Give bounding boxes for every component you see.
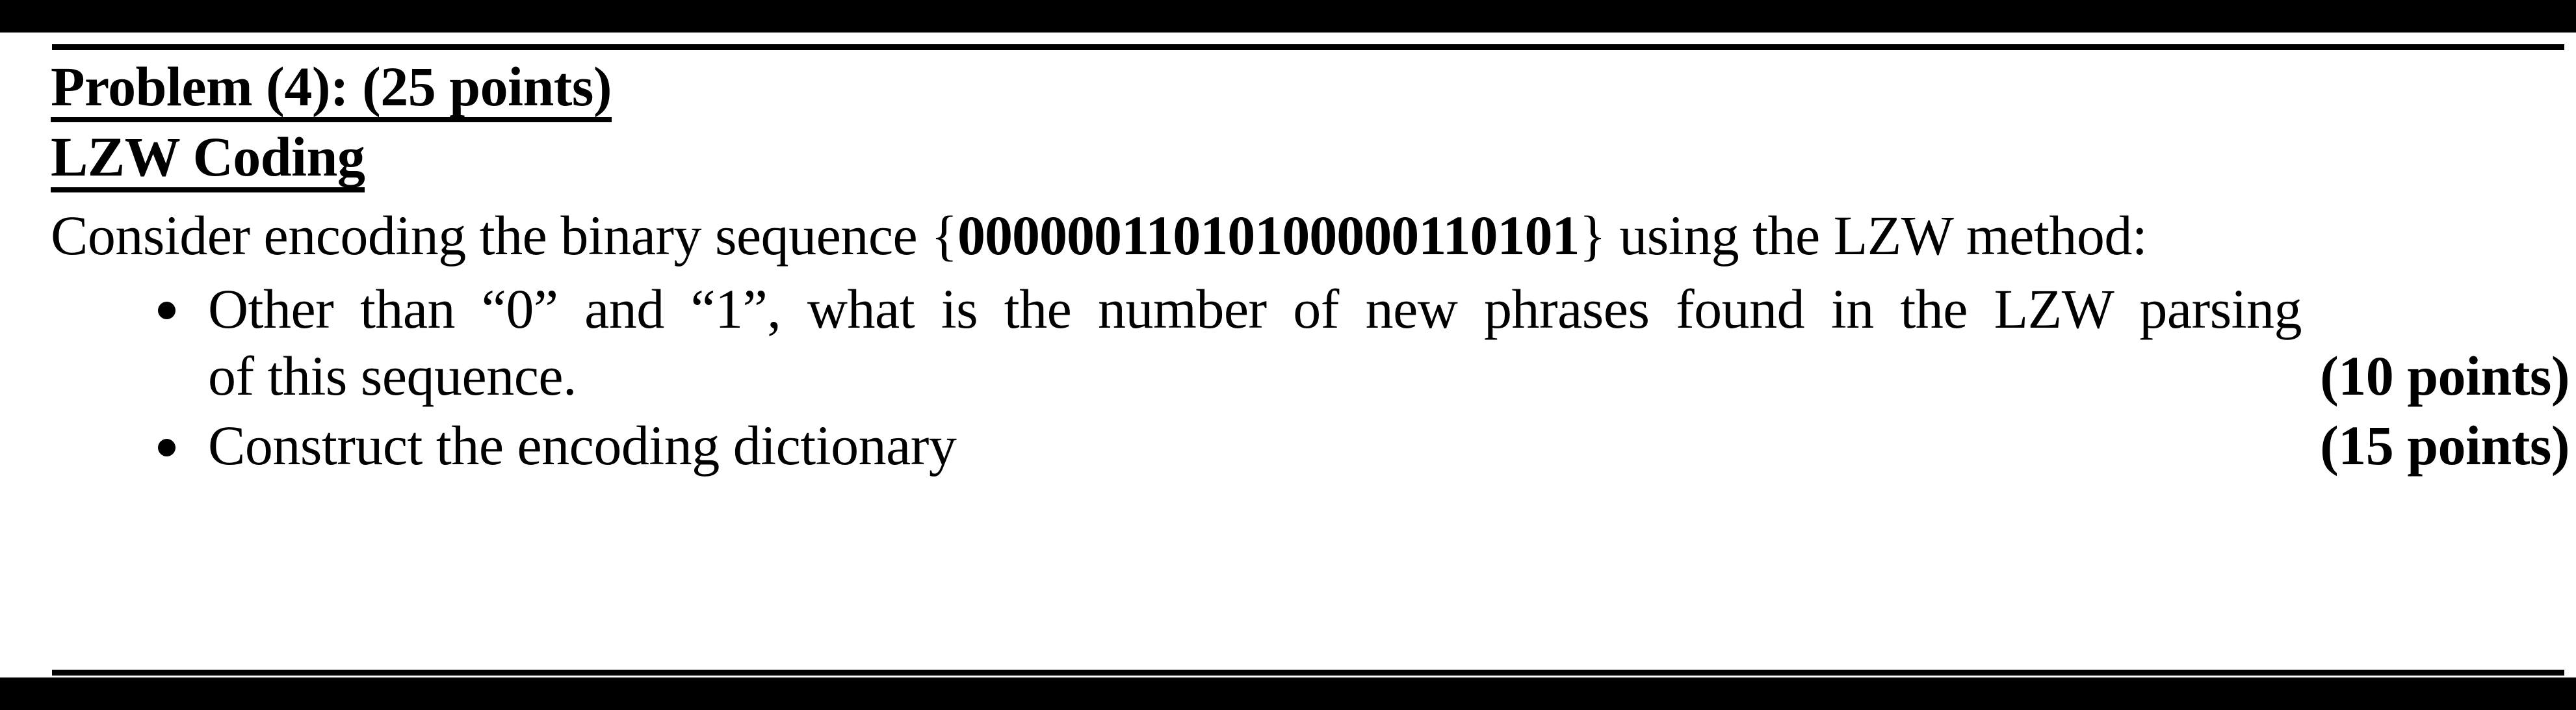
task-text: Construct the encoding dictionary [208, 412, 2320, 479]
task-text: Other than “0” and “1”, what is the numb… [208, 276, 2320, 410]
scan-bottom-margin-bar [0, 677, 2576, 710]
intro-text-after-sequence: } using the LZW method: [1579, 204, 2148, 267]
task-item-new-phrases: Other than “0” and “1”, what is the numb… [51, 276, 2569, 410]
task-row: Construct the encoding dictionary (15 po… [208, 412, 2569, 479]
task-text-line-2: of this sequence. [208, 344, 577, 407]
task-item-encoding-dictionary: Construct the encoding dictionary (15 po… [51, 412, 2569, 479]
bottom-horizontal-rule [52, 670, 2564, 676]
task-row: Other than “0” and “1”, what is the numb… [208, 276, 2569, 410]
task-list: Other than “0” and “1”, what is the numb… [51, 276, 2569, 480]
task-text-line-1: Construct the encoding dictionary [208, 414, 957, 477]
bullet-dot-icon [158, 438, 176, 456]
task-points-badge: (10 points) [2320, 344, 2569, 407]
binary-sequence: 00000011010100000110101 [957, 204, 1580, 267]
scanned-page: Problem (4): (25 points) LZW Coding Cons… [0, 0, 2576, 710]
scan-top-margin-bar [0, 0, 2576, 33]
task-points-badge: (15 points) [2320, 414, 2569, 477]
topic-heading-text: LZW Coding [51, 127, 365, 193]
problem-content: Problem (4): (25 points) LZW Coding Cons… [51, 57, 2569, 482]
bullet-dot-icon [158, 302, 176, 320]
topic-heading: LZW Coding [51, 127, 2569, 194]
intro-text-before-sequence: Consider encoding the binary sequence { [51, 204, 957, 267]
intro-paragraph: Consider encoding the binary sequence {0… [51, 203, 2569, 269]
problem-heading-text: Problem (4): (25 points) [51, 57, 612, 123]
top-horizontal-rule [52, 44, 2564, 50]
task-text-line-1: Other than “0” and “1”, what is the numb… [208, 277, 2302, 340]
problem-heading: Problem (4): (25 points) [51, 57, 2569, 124]
